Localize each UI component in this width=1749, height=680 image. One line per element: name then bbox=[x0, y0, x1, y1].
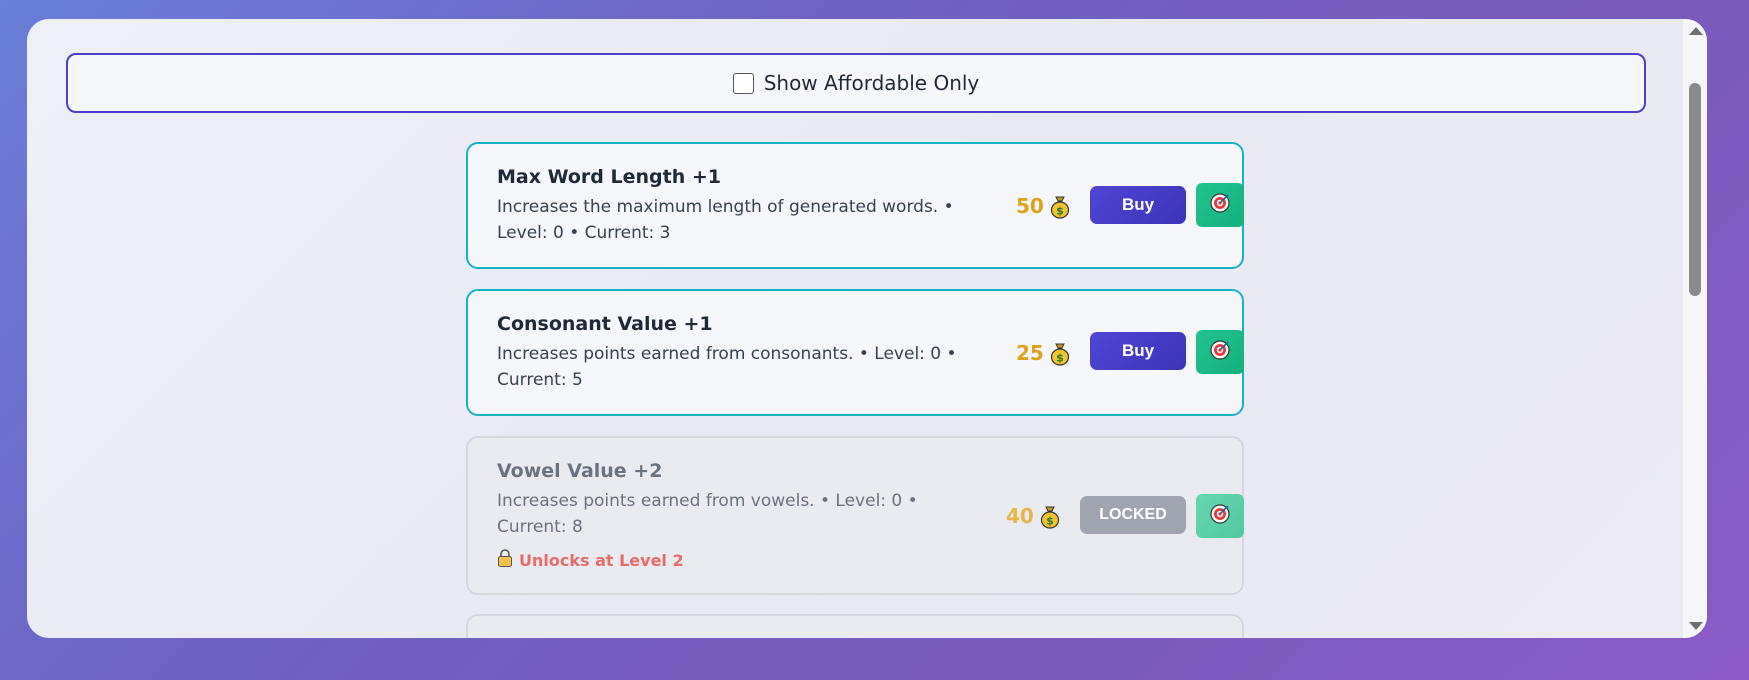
svg-text:$: $ bbox=[1056, 204, 1064, 217]
upgrade-description: Increases points earned from vowels. • L… bbox=[497, 491, 918, 537]
money-bag-icon: $ bbox=[1050, 342, 1069, 366]
upgrade-title: Vowel Value +2 bbox=[497, 460, 663, 482]
target-icon bbox=[1209, 503, 1231, 529]
target-button[interactable] bbox=[1196, 330, 1244, 374]
unlock-message: Unlocks at Level 2 bbox=[519, 550, 684, 570]
upgrade-card-next bbox=[466, 614, 1244, 638]
upgrade-cost: 50 $ bbox=[1016, 144, 1069, 267]
svg-text:$: $ bbox=[1056, 351, 1064, 364]
target-button[interactable] bbox=[1196, 494, 1244, 538]
upgrade-card-consonant-value: Consonant Value +1 Increases points earn… bbox=[466, 289, 1244, 416]
locked-button: LOCKED bbox=[1080, 496, 1186, 534]
buy-button[interactable]: Buy bbox=[1090, 332, 1186, 370]
upgrade-card-vowel-value: Vowel Value +2 Increases points earned f… bbox=[466, 436, 1244, 595]
scroll-down-arrow-icon[interactable] bbox=[1689, 622, 1703, 630]
affordable-only-checkbox[interactable] bbox=[732, 72, 754, 94]
scrollbar[interactable] bbox=[1683, 19, 1707, 638]
scroll-thumb[interactable] bbox=[1689, 83, 1701, 296]
buy-button[interactable]: Buy bbox=[1090, 186, 1186, 224]
upgrade-cost: 40 $ bbox=[1006, 438, 1059, 593]
money-bag-icon: $ bbox=[1050, 195, 1069, 219]
upgrade-title: Consonant Value +1 bbox=[497, 313, 713, 335]
unlock-requirement: Unlocks at Level 2 bbox=[497, 548, 957, 572]
affordable-only-label[interactable]: Show Affordable Only bbox=[764, 71, 980, 95]
svg-text:$: $ bbox=[1046, 514, 1054, 527]
shop-panel: Show Affordable Only Max Word Length +1 … bbox=[27, 19, 1707, 638]
upgrade-info: Consonant Value +1 Increases points earn… bbox=[497, 313, 957, 393]
upgrade-cost: 25 $ bbox=[1016, 291, 1069, 414]
cost-value: 40 bbox=[1006, 503, 1034, 528]
target-icon bbox=[1209, 192, 1231, 218]
cost-value: 50 bbox=[1016, 193, 1044, 218]
shop-content: Show Affordable Only Max Word Length +1 … bbox=[27, 19, 1683, 638]
upgrade-info: Max Word Length +1 Increases the maximum… bbox=[497, 166, 957, 246]
upgrade-title: Max Word Length +1 bbox=[497, 166, 722, 188]
upgrade-description: Increases the maximum length of generate… bbox=[497, 197, 954, 243]
target-icon bbox=[1209, 339, 1231, 365]
upgrade-description: Increases points earned from consonants.… bbox=[497, 344, 957, 390]
cost-value: 25 bbox=[1016, 340, 1044, 365]
upgrade-card-max-word-length: Max Word Length +1 Increases the maximum… bbox=[466, 142, 1244, 269]
upgrade-info: Vowel Value +2 Increases points earned f… bbox=[497, 460, 957, 572]
target-button[interactable] bbox=[1196, 183, 1244, 227]
lock-icon bbox=[497, 548, 513, 572]
money-bag-icon: $ bbox=[1040, 505, 1059, 529]
scroll-up-arrow-icon[interactable] bbox=[1689, 27, 1703, 35]
filter-bar: Show Affordable Only bbox=[66, 53, 1646, 113]
